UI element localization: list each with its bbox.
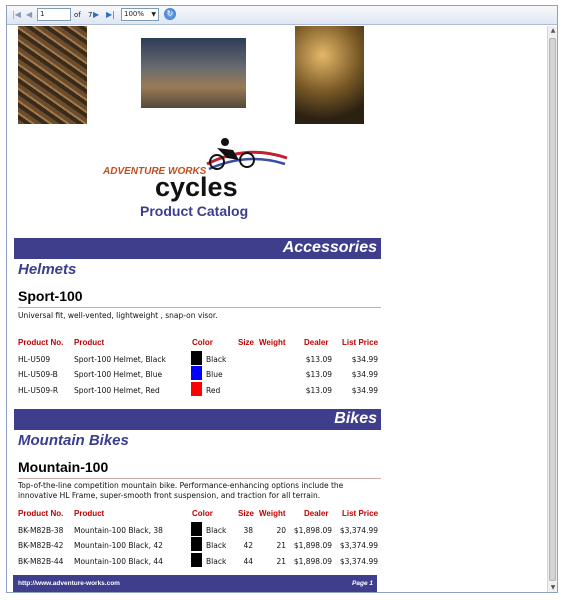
column-header: Product [74,509,105,518]
product-no: HL-U509-R [18,386,59,395]
column-header: Product No. [18,509,64,518]
vertical-scrollbar[interactable]: ▲ ▼ [547,26,557,592]
color-swatch [191,366,202,380]
category-title: Accessories [282,239,377,256]
model-description: Top-of-the-line competition mountain bik… [18,481,344,500]
product-no: HL-U509-B [18,370,58,379]
size-value: 42 [243,541,253,550]
column-header: Color [192,509,213,518]
page-footer: http://www.adventure-works.com Page 1 [13,575,377,592]
weight-value: 21 [276,541,286,550]
last-page-icon[interactable]: ▶| [106,9,115,21]
list-price: $3,374.99 [339,526,378,535]
column-header: Dealer [304,338,329,347]
dealer-price: $1,898.09 [293,541,332,550]
model-description: Universal fit, well-vented, lightweight … [18,311,218,320]
report-toolbar: |◀ ◀ 1 of 7 ▶ ▶| 100% ▼ ↻ [7,6,557,25]
chevron-down-icon: ▼ [151,11,156,18]
first-page-icon[interactable]: |◀ [12,9,21,21]
color-swatch [191,382,202,396]
product-no: BK-M82B-42 [18,541,64,550]
page-title: Product Catalog [140,203,249,219]
rider-photo-right [295,26,364,124]
model-title: Sport-100 [18,288,83,304]
product-no: BK-M82B-44 [18,557,64,566]
bikes-photo-left [18,26,87,124]
refresh-icon[interactable]: ↻ [164,8,176,20]
color-name: Black [206,355,227,364]
column-header: Size [238,509,255,518]
product-name: Mountain-100 Black, 38 [74,526,163,535]
size-value: 44 [243,557,253,566]
list-price: $3,374.99 [339,541,378,550]
riders-photo-center [141,38,246,108]
zoom-select[interactable]: 100% ▼ [121,8,159,21]
list-price: $34.99 [351,370,378,379]
product-no: BK-M82B-38 [18,526,64,535]
adventure-works-logo: ADVENTURE WORKS cycles [102,138,288,202]
column-header: Dealer [304,509,329,518]
dealer-price: $1,898.09 [293,557,332,566]
product-name: Sport-100 Helmet, Black [74,355,166,364]
column-header: List Price [342,509,379,518]
dealer-price: $13.09 [305,355,332,364]
list-price: $3,374.99 [339,557,378,566]
footer-url[interactable]: http://www.adventure-works.com [18,580,120,587]
subcategory-title: Helmets [18,261,77,278]
category-band: Accessories [14,238,381,259]
model-title: Mountain-100 [18,459,109,475]
column-header: Product No. [18,338,64,347]
color-swatch [191,522,202,536]
column-header: Size [238,338,255,347]
scroll-up-icon[interactable]: ▲ [549,27,557,35]
report-page: ADVENTURE WORKS cycles Product Catalog A… [7,26,547,592]
subcategory-title: Mountain Bikes [18,432,129,449]
color-name: Black [206,526,227,535]
scroll-down-icon[interactable]: ▼ [549,584,557,592]
product-name: Sport-100 Helmet, Red [74,386,160,395]
dealer-price: $13.09 [305,370,332,379]
size-value: 38 [243,526,253,535]
color-name: Blue [206,370,223,379]
dealer-price: $13.09 [305,386,332,395]
column-header: Weight [259,338,286,347]
category-band: Bikes [14,409,381,430]
of-label: of [74,11,81,19]
weight-value: 21 [276,557,286,566]
color-swatch [191,351,202,365]
logo-text-cycles: cycles [155,172,238,202]
column-header: Color [192,338,213,347]
list-price: $34.99 [351,355,378,364]
color-name: Black [206,541,227,550]
divider [18,478,381,479]
weight-value: 20 [276,526,286,535]
previous-page-icon[interactable]: ◀ [26,9,32,21]
page-total: 7 [87,11,93,19]
product-no: HL-U509 [18,355,51,364]
divider [18,307,381,308]
report-viewer-window: |◀ ◀ 1 of 7 ▶ ▶| 100% ▼ ↻ ADVENTURE WORK… [6,5,558,593]
color-name: Red [206,386,221,395]
dealer-price: $1,898.09 [293,526,332,535]
color-swatch [191,537,202,551]
list-price: $34.99 [351,386,378,395]
scrollbar-thumb[interactable] [549,38,556,581]
color-name: Black [206,557,227,566]
product-name: Sport-100 Helmet, Blue [74,370,163,379]
column-header: List Price [342,338,379,347]
category-title: Bikes [334,410,377,427]
color-swatch [191,553,202,567]
zoom-value: 100% [124,10,145,18]
product-name: Mountain-100 Black, 44 [74,557,163,566]
page-count-label: of 7 [74,11,92,19]
column-header: Product [74,338,105,347]
product-name: Mountain-100 Black, 42 [74,541,163,550]
footer-page-number: Page 1 [352,580,373,587]
page-number-input[interactable]: 1 [37,8,71,21]
next-page-icon[interactable]: ▶ [93,9,99,21]
column-header: Weight [259,509,286,518]
